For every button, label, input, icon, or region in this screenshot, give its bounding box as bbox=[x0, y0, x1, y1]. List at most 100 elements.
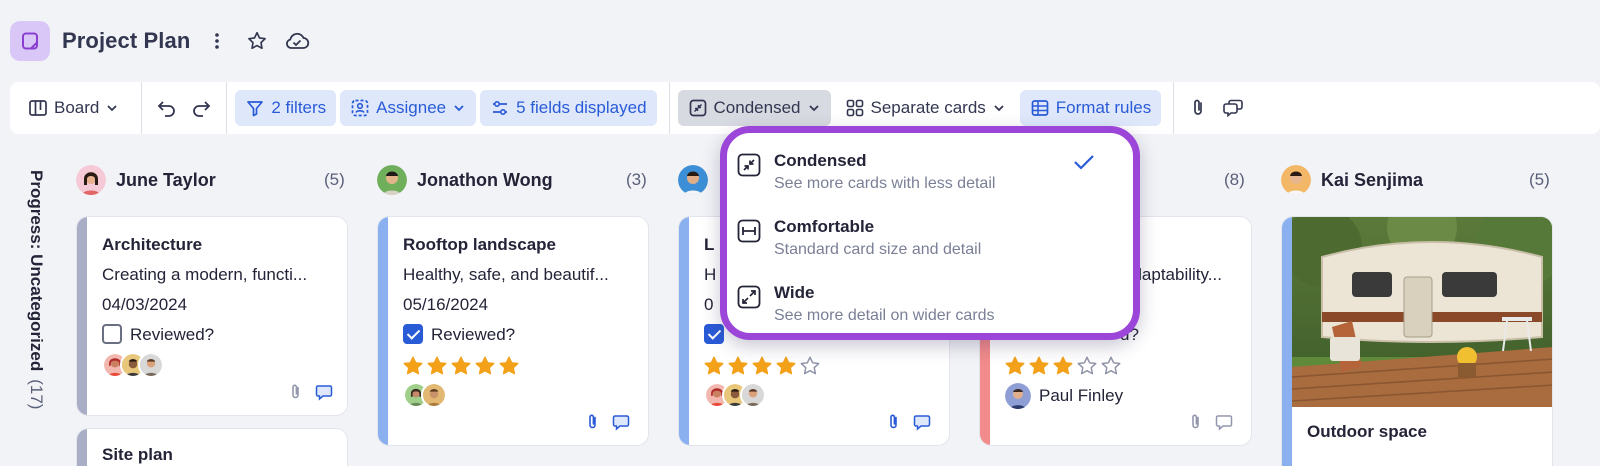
star-filled-icon[interactable] bbox=[474, 355, 496, 377]
star-filled-icon[interactable] bbox=[1052, 355, 1074, 377]
comments-button[interactable] bbox=[1216, 90, 1250, 126]
star-filled-icon[interactable] bbox=[450, 355, 472, 377]
column-header-jonathon-wong[interactable]: Jonathon Wong (3) bbox=[377, 162, 649, 198]
avatar bbox=[76, 165, 106, 195]
star-empty-icon[interactable] bbox=[1100, 355, 1122, 377]
card-description: H bbox=[704, 265, 717, 284]
column-name: Jonathon Wong bbox=[417, 169, 553, 190]
filters-button[interactable]: 2 filters bbox=[235, 90, 337, 126]
card-title: L bbox=[704, 235, 715, 254]
density-button[interactable]: Condensed bbox=[677, 90, 831, 126]
column-header-kai-senjima[interactable]: Kai Senjima (5) bbox=[1281, 162, 1553, 198]
card-stripe bbox=[77, 429, 87, 466]
menu-item-comfortable[interactable]: Comfortable Standard card size and detai… bbox=[737, 217, 1117, 273]
star-rating[interactable] bbox=[1004, 355, 1122, 377]
camper-van-on-deck-photo bbox=[1292, 217, 1552, 407]
star-empty-icon[interactable] bbox=[1076, 355, 1098, 377]
star-filled-icon[interactable] bbox=[1004, 355, 1026, 377]
card-site-plan[interactable]: Site plan bbox=[76, 428, 348, 466]
star-rating[interactable] bbox=[703, 355, 821, 377]
more-options-icon[interactable] bbox=[204, 28, 230, 54]
menu-item-description: Standard card size and detail bbox=[774, 241, 982, 258]
cloud-saved-icon[interactable] bbox=[284, 28, 310, 54]
density-label: Condensed bbox=[713, 98, 801, 117]
star-favorite-icon[interactable] bbox=[244, 28, 270, 54]
comment-icon[interactable] bbox=[612, 413, 630, 431]
card-rooftop-landscape[interactable]: Rooftop landscape Healthy, safe, and bea… bbox=[377, 216, 649, 446]
view-label: Board bbox=[54, 98, 100, 117]
checkmark-icon bbox=[1074, 155, 1094, 170]
star-rating[interactable] bbox=[402, 355, 520, 377]
column-header-june-taylor[interactable]: June Taylor (5) bbox=[76, 162, 348, 198]
paperclip-icon[interactable] bbox=[586, 413, 600, 431]
format-rules-button[interactable]: Format rules bbox=[1019, 90, 1162, 126]
group-by-button[interactable]: Assignee bbox=[340, 90, 477, 126]
card-title: Architecture bbox=[102, 235, 203, 254]
menu-item-condensed[interactable]: Condensed See more cards with less detai… bbox=[737, 151, 1117, 207]
separate-cards-button[interactable]: Separate cards bbox=[835, 90, 1016, 126]
fields-label: 5 fields displayed bbox=[516, 98, 647, 117]
view-group: Board bbox=[10, 82, 143, 134]
column-header-3[interactable] bbox=[678, 162, 718, 198]
paperclip-icon bbox=[1194, 99, 1203, 115]
avatar bbox=[1281, 165, 1311, 195]
condensed-icon bbox=[689, 99, 706, 117]
star-filled-icon[interactable] bbox=[426, 355, 448, 377]
attachments-button[interactable] bbox=[1182, 90, 1216, 126]
star-empty-icon[interactable] bbox=[799, 355, 821, 377]
assignee-avatars bbox=[102, 352, 164, 378]
card-outdoor-space[interactable]: Outdoor space bbox=[1281, 216, 1553, 466]
comment-icon[interactable] bbox=[1215, 413, 1233, 431]
avatar bbox=[138, 352, 164, 378]
comment-icon[interactable] bbox=[315, 383, 333, 401]
assignee-group-icon bbox=[351, 99, 369, 117]
card-architecture[interactable]: Architecture Creating a modern, functi..… bbox=[76, 216, 348, 416]
reviewed-checkbox[interactable] bbox=[102, 324, 122, 344]
comment-icon[interactable] bbox=[913, 413, 931, 431]
group-label-text: Progress: Uncategorized (17) bbox=[26, 170, 46, 409]
reviewed-label: Reviewed? bbox=[130, 325, 215, 344]
column-count: (5) bbox=[324, 170, 345, 189]
comfortable-icon bbox=[737, 219, 761, 243]
card-description: Healthy, safe, and beautif... bbox=[403, 265, 609, 284]
sliders-icon bbox=[493, 100, 508, 116]
chevron-down-icon bbox=[107, 105, 118, 112]
star-filled-icon[interactable] bbox=[751, 355, 773, 377]
column-name: Kai Senjima bbox=[1321, 169, 1424, 190]
paperclip-icon[interactable] bbox=[1189, 413, 1203, 431]
page-title: Project Plan bbox=[62, 28, 191, 53]
menu-item-wide[interactable]: Wide See more detail on wider cards bbox=[737, 283, 1117, 339]
group-label[interactable]: Progress: Uncategorized (17) bbox=[24, 170, 46, 430]
paperclip-icon[interactable] bbox=[289, 383, 303, 401]
separate-cards-label: Separate cards bbox=[870, 98, 986, 117]
redo-icon bbox=[193, 101, 211, 117]
star-filled-icon[interactable] bbox=[1028, 355, 1050, 377]
assignee-avatars bbox=[403, 382, 447, 408]
view-selector-button[interactable]: Board bbox=[18, 90, 129, 126]
extras-group bbox=[1174, 82, 1258, 134]
filters-label: 2 filters bbox=[271, 98, 327, 117]
fields-button[interactable]: 5 fields displayed bbox=[480, 90, 657, 126]
star-filled-icon[interactable] bbox=[498, 355, 520, 377]
avatar bbox=[421, 382, 447, 408]
grid-cards-icon bbox=[846, 99, 863, 117]
menu-item-label: Condensed bbox=[774, 151, 867, 170]
star-filled-icon[interactable] bbox=[775, 355, 797, 377]
comments-icon bbox=[1223, 99, 1244, 118]
reviewed-checkbox[interactable] bbox=[704, 324, 724, 344]
table-format-icon bbox=[1031, 100, 1049, 116]
avatar bbox=[1005, 383, 1031, 409]
star-filled-icon[interactable] bbox=[703, 355, 725, 377]
star-filled-icon[interactable] bbox=[727, 355, 749, 377]
column-count: (3) bbox=[626, 170, 647, 189]
page-header: Project Plan bbox=[10, 18, 310, 64]
undo-icon bbox=[158, 101, 176, 117]
star-filled-icon[interactable] bbox=[402, 355, 424, 377]
card-stripe bbox=[679, 217, 689, 445]
undo-button[interactable] bbox=[150, 90, 184, 126]
note-icon[interactable] bbox=[10, 21, 50, 61]
reviewed-checkbox[interactable] bbox=[403, 324, 423, 344]
assignee-avatars bbox=[704, 382, 766, 408]
paperclip-icon[interactable] bbox=[887, 413, 901, 431]
redo-button[interactable] bbox=[184, 90, 218, 126]
